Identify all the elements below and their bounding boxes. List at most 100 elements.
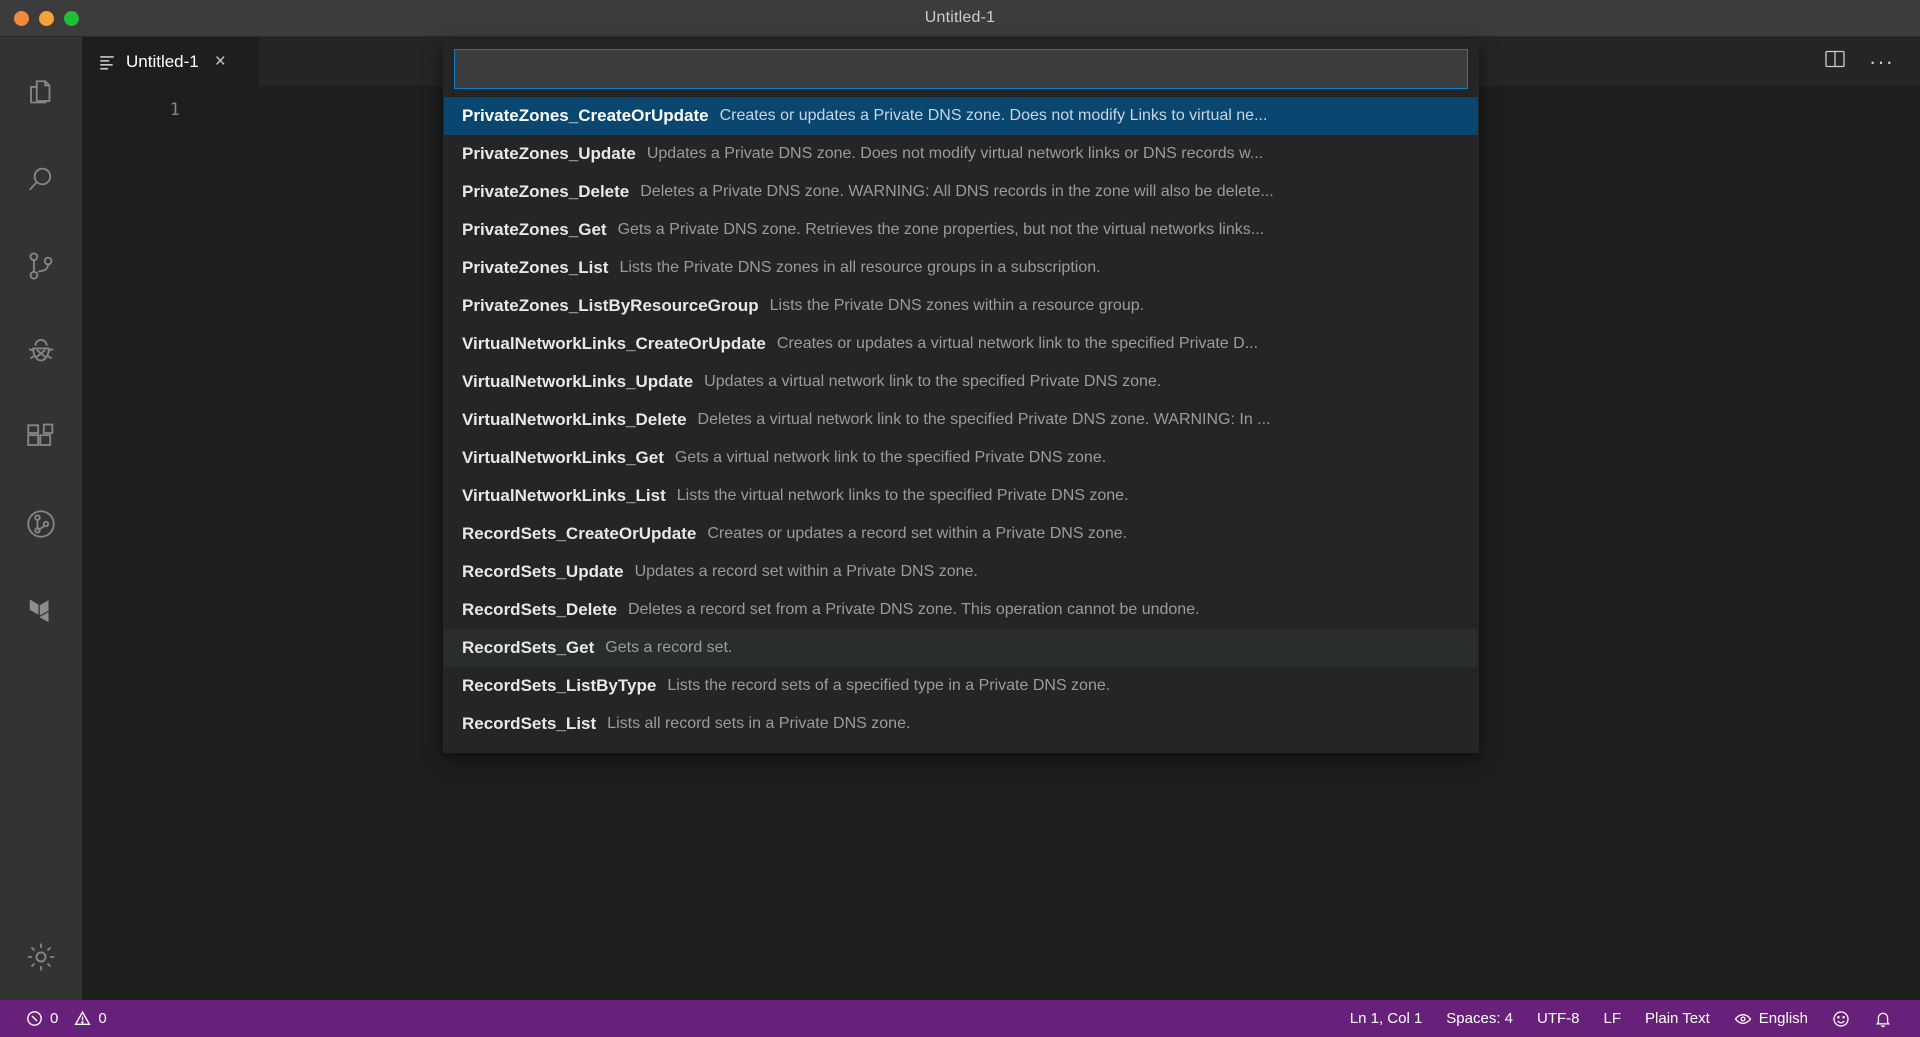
quick-pick-item[interactable]: VirtualNetworkLinks_CreateOrUpdate Create… <box>444 325 1478 363</box>
status-errors-warnings[interactable]: 0 0 <box>14 1000 119 1037</box>
manage-settings-button[interactable] <box>0 914 82 1000</box>
status-end-of-line[interactable]: LF <box>1592 1000 1634 1037</box>
quick-pick-item[interactable]: PrivateZones_Update Updates a Private DNS… <box>444 135 1478 173</box>
quick-pick-item-description: Creates or updates a Private DNS zone. D… <box>719 107 1268 124</box>
quick-pick-item-description: Lists the virtual network links to the s… <box>676 487 1129 504</box>
title-bar: Untitled-1 <box>0 0 1920 37</box>
status-cursor-position[interactable]: Ln 1, Col 1 <box>1338 1000 1435 1037</box>
quick-pick-item-description: Gets a record set. <box>605 639 733 656</box>
traffic-light-buttons <box>0 10 79 26</box>
quick-pick-item-label: VirtualNetworkLinks_CreateOrUpdate <box>462 334 766 353</box>
close-window-button[interactable] <box>14 10 29 26</box>
quick-pick-item[interactable]: RecordSets_List Lists all record sets in … <box>444 705 1478 743</box>
split-editor-icon[interactable] <box>1823 47 1847 76</box>
activity-bar <box>0 37 82 1000</box>
quick-pick-item-label: RecordSets_CreateOrUpdate <box>462 524 697 543</box>
quick-pick-item-label: VirtualNetworkLinks_Delete <box>462 410 687 429</box>
quick-pick-item-description: Creates or updates a virtual network lin… <box>776 335 1259 352</box>
quick-pick-item-label: PrivateZones_Delete <box>462 182 630 201</box>
status-indentation[interactable]: Spaces: 4 <box>1434 1000 1525 1037</box>
files-icon <box>24 77 58 111</box>
sidebar-item-azure-pipelines[interactable] <box>0 481 82 567</box>
error-count: 0 <box>50 1010 59 1027</box>
quick-pick-item[interactable]: PrivateZones_ListByResourceGroup Lists th… <box>444 287 1478 325</box>
tab-untitled-1[interactable]: Untitled-1 × <box>82 37 260 86</box>
more-actions-icon[interactable]: ··· <box>1869 50 1894 73</box>
quick-pick-item[interactable]: VirtualNetworkLinks_Get Gets a virtual ne… <box>444 439 1478 477</box>
debug-icon <box>24 335 58 369</box>
sidebar-item-run-and-debug[interactable] <box>0 309 82 395</box>
quick-pick-dropdown: PrivateZones_CreateOrUpdate Creates or up… <box>443 40 1479 753</box>
source-control-icon <box>24 249 58 283</box>
error-icon <box>26 1010 43 1027</box>
spell-checker-label: English <box>1758 1010 1808 1027</box>
maximize-window-button[interactable] <box>64 10 79 26</box>
quick-pick-item[interactable]: VirtualNetworkLinks_Delete Deletes a virt… <box>444 401 1478 439</box>
warning-icon <box>74 1010 91 1027</box>
quick-pick-input-container <box>444 49 1478 97</box>
quick-pick-item-description: Lists the record sets of a specified typ… <box>667 677 1111 694</box>
quick-pick-item[interactable]: VirtualNetworkLinks_List Lists the virtua… <box>444 477 1478 515</box>
status-bar-right: Ln 1, Col 1 Spaces: 4 UTF-8 LF Plain Tex… <box>1338 1000 1920 1037</box>
quick-pick-item-label: RecordSets_List <box>462 714 597 733</box>
file-lines-icon <box>98 53 116 71</box>
quick-pick-item-description: Gets a Private DNS zone. Retrieves the z… <box>617 221 1265 238</box>
quick-pick-item-description: Deletes a record set from a Private DNS … <box>627 601 1200 618</box>
quick-pick-item-label: PrivateZones_ListByResourceGroup <box>462 296 759 315</box>
sidebar-item-extensions[interactable] <box>0 395 82 481</box>
quick-pick-item[interactable]: PrivateZones_List Lists the Private DNS z… <box>444 249 1478 287</box>
quick-pick-item-label: RecordSets_ListByType <box>462 676 657 695</box>
quick-pick-list[interactable]: PrivateZones_CreateOrUpdate Creates or up… <box>444 97 1478 752</box>
quick-pick-item-description: Updates a Private DNS zone. Does not mod… <box>646 145 1264 162</box>
quick-pick-item-description: Deletes a Private DNS zone. WARNING: All… <box>640 183 1274 200</box>
quick-pick-item-description: Lists all record sets in a Private DNS z… <box>607 715 911 732</box>
quick-pick-item-label: PrivateZones_CreateOrUpdate <box>462 106 709 125</box>
quick-pick-item[interactable]: VirtualNetworkLinks_Update Updates a virt… <box>444 363 1478 401</box>
quick-pick-item[interactable]: RecordSets_Delete Deletes a record set fr… <box>444 591 1478 629</box>
quick-pick-item[interactable]: RecordSets_Update Updates a record set wi… <box>444 553 1478 591</box>
close-icon[interactable]: × <box>215 52 226 71</box>
status-encoding[interactable]: UTF-8 <box>1525 1000 1592 1037</box>
window-title: Untitled-1 <box>924 9 996 26</box>
quick-pick-item-description: Creates or updates a record set within a… <box>707 525 1128 542</box>
search-icon <box>24 163 58 197</box>
status-feedback[interactable] <box>1820 1000 1862 1037</box>
quick-pick-item-description: Gets a virtual network link to the speci… <box>674 449 1107 466</box>
terraform-icon <box>23 592 59 628</box>
bell-icon <box>1874 1010 1892 1028</box>
quick-pick-item-label: RecordSets_Delete <box>462 600 617 619</box>
quick-pick-item[interactable]: PrivateZones_Get Gets a Private DNS zone.… <box>444 211 1478 249</box>
smiley-icon <box>1832 1010 1850 1028</box>
warning-count: 0 <box>98 1010 107 1027</box>
quick-pick-item-description: Updates a record set within a Private DN… <box>634 563 978 580</box>
quick-pick-item-label: VirtualNetworkLinks_List <box>462 486 666 505</box>
status-bar-left: 0 0 <box>0 1000 119 1037</box>
quick-pick-item-label: PrivateZones_Update <box>462 144 636 163</box>
azure-pipelines-icon <box>24 507 58 541</box>
extensions-icon <box>24 421 58 455</box>
editor-actions: ··· <box>1823 37 1920 86</box>
tab-label: Untitled-1 <box>126 51 199 71</box>
quick-pick-item[interactable]: RecordSets_CreateOrUpdate Creates or upda… <box>444 515 1478 553</box>
sidebar-item-explorer[interactable] <box>0 51 82 137</box>
quick-pick-input[interactable] <box>454 49 1468 89</box>
status-notifications[interactable] <box>1862 1000 1904 1037</box>
minimize-window-button[interactable] <box>39 10 54 26</box>
sidebar-item-terraform[interactable] <box>0 567 82 653</box>
sidebar-item-source-control[interactable] <box>0 223 82 309</box>
quick-pick-item[interactable]: PrivateZones_Delete Deletes a Private DNS… <box>444 173 1478 211</box>
line-number-gutter: 1 <box>82 98 202 123</box>
quick-pick-item-label: PrivateZones_List <box>462 258 609 277</box>
line-number: 1 <box>169 100 180 120</box>
status-language-mode[interactable]: Plain Text <box>1633 1000 1722 1037</box>
quick-pick-item-description: Lists the Private DNS zones within a res… <box>769 297 1145 314</box>
quick-pick-item[interactable]: PrivateZones_CreateOrUpdate Creates or up… <box>444 97 1478 135</box>
quick-pick-item-label: PrivateZones_Get <box>462 220 607 239</box>
quick-pick-item[interactable]: RecordSets_ListByType Lists the record se… <box>444 667 1478 705</box>
eye-icon <box>1734 1010 1752 1028</box>
quick-pick-item-label: RecordSets_Update <box>462 562 624 581</box>
sidebar-item-search[interactable] <box>0 137 82 223</box>
status-spell-checker[interactable]: English <box>1722 1000 1820 1037</box>
quick-pick-item[interactable]: RecordSets_Get Gets a record set. <box>444 629 1478 667</box>
gear-icon <box>24 940 58 974</box>
